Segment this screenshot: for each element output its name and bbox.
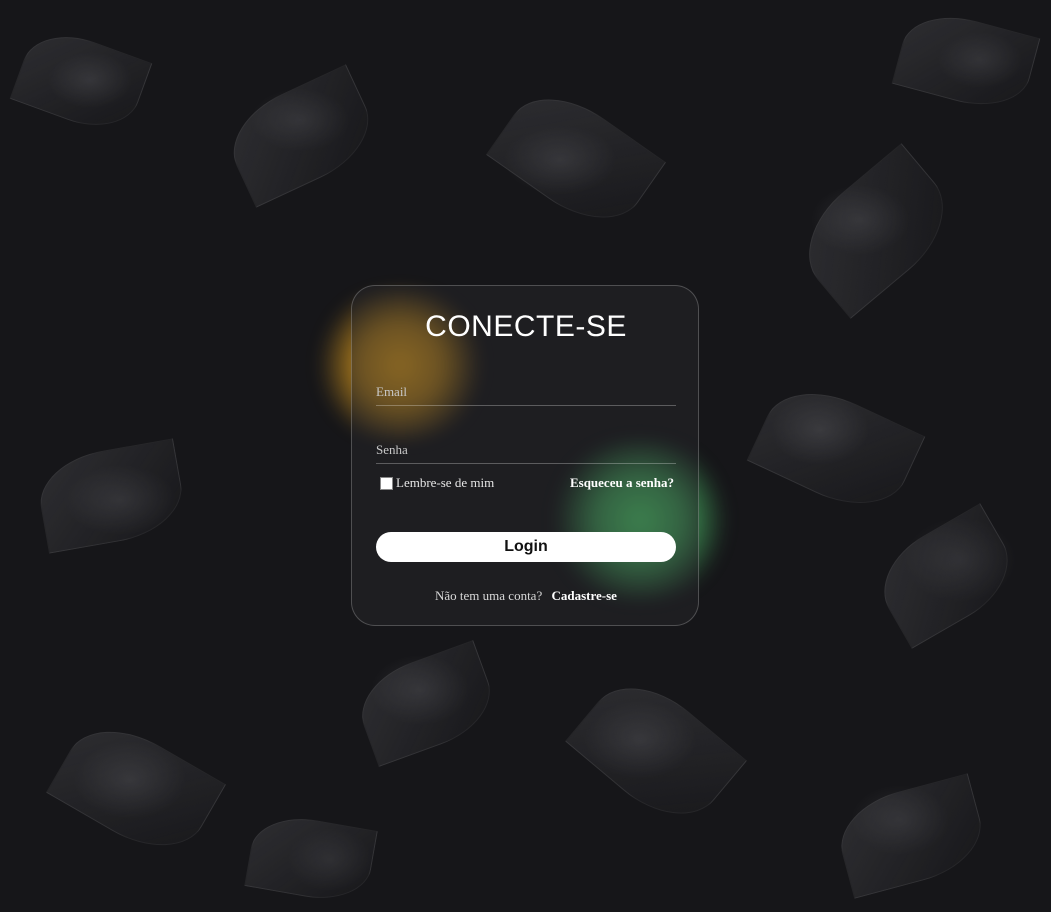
login-button[interactable]: Login bbox=[376, 532, 676, 562]
forgot-password-link[interactable]: Esqueceu a senha? bbox=[570, 475, 674, 491]
password-input[interactable] bbox=[376, 439, 676, 461]
password-field-wrapper bbox=[376, 439, 676, 464]
login-title: CONECTE-SE bbox=[425, 310, 627, 343]
no-account-text: Não tem uma conta? bbox=[435, 588, 543, 603]
remember-label: Lembre-se de mim bbox=[396, 475, 495, 490]
login-card: CONECTE-SE Lembre-se de mim Esqueceu a s… bbox=[351, 285, 699, 626]
signup-link[interactable]: Cadastre-se bbox=[551, 588, 616, 603]
signup-prompt: Não tem uma conta? Cadastre-se bbox=[352, 588, 700, 604]
remember-checkbox[interactable] bbox=[380, 476, 393, 490]
remember-me[interactable]: Lembre-se de mim bbox=[380, 475, 494, 491]
email-input[interactable] bbox=[376, 381, 676, 403]
email-field-wrapper bbox=[376, 381, 676, 406]
